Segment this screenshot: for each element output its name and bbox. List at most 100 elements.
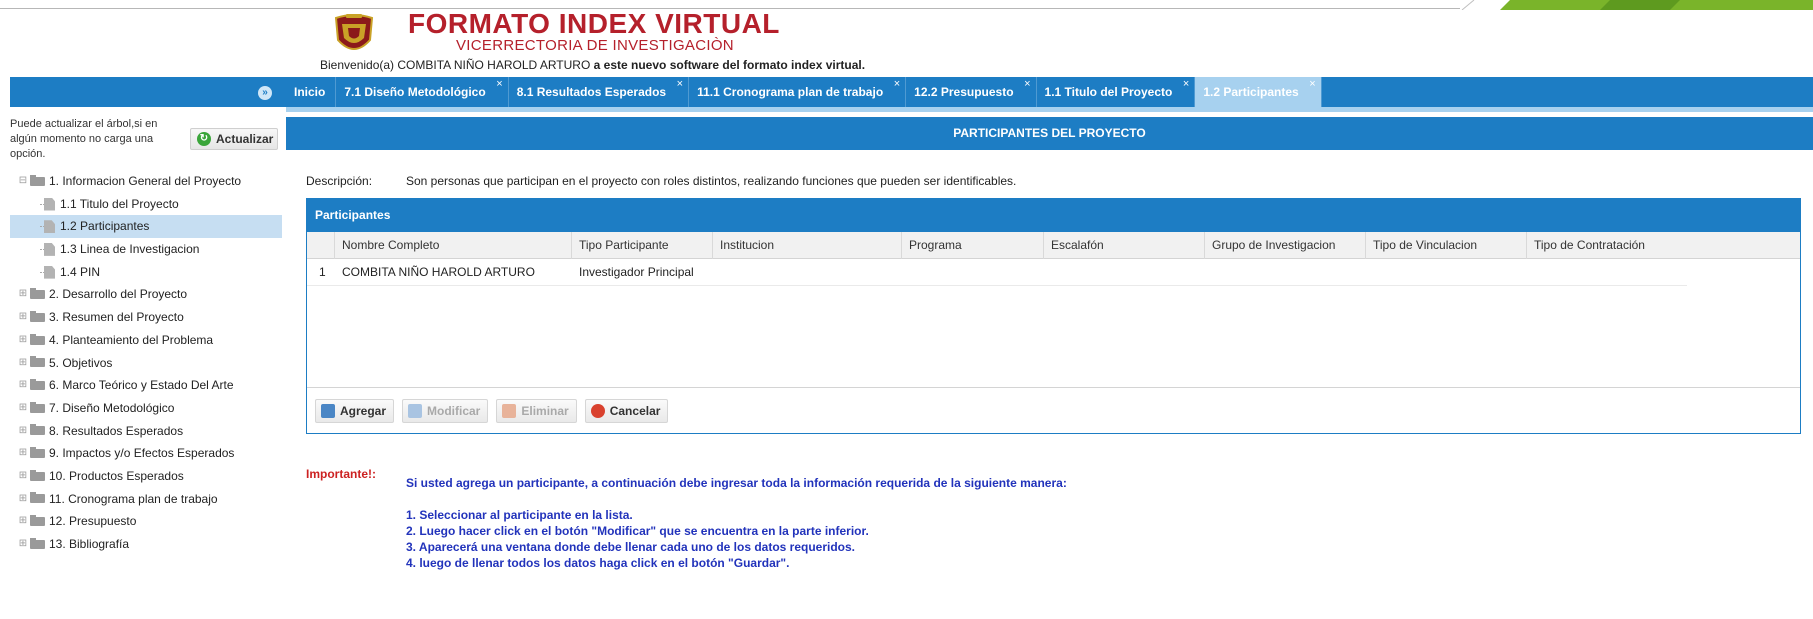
expand-icon[interactable]: ⊞ xyxy=(18,306,28,329)
tree-item-objetivos[interactable]: ⊞ 5. Objetivos xyxy=(10,352,282,375)
expand-icon[interactable]: ⊞ xyxy=(18,352,28,375)
folder-icon xyxy=(30,174,45,186)
column-header-programa[interactable]: Programa xyxy=(902,232,1044,259)
delete-button[interactable]: Eliminar xyxy=(496,398,577,423)
row-number: 1 xyxy=(319,265,326,279)
cancel-button-label: Cancelar xyxy=(609,403,661,418)
column-header-tipo-participante[interactable]: Tipo Participante xyxy=(572,232,713,259)
description-text: Son personas que participan en el proyec… xyxy=(406,174,1017,188)
tab-cronograma[interactable]: 11.1 Cronograma plan de trabajo × xyxy=(689,77,907,107)
cancel-icon xyxy=(590,403,605,418)
expand-icon[interactable]: ⊞ xyxy=(18,533,28,556)
table-row[interactable]: 1 COMBITA NIÑO HAROLD ARTURO Investigado… xyxy=(307,259,1687,286)
add-button-label: Agregar xyxy=(340,403,387,418)
university-logo xyxy=(328,10,380,62)
expand-icon[interactable]: ⊞ xyxy=(18,488,28,511)
step-4: 4. luego de llenar todos los datos haga … xyxy=(406,556,790,570)
description-label: Descripción: xyxy=(306,174,373,188)
add-button[interactable]: Agregar xyxy=(315,398,395,423)
close-icon[interactable]: × xyxy=(1183,69,1189,99)
tree-item-desarrollo[interactable]: ⊞ 2. Desarrollo del Proyecto xyxy=(10,283,282,306)
tab-inicio[interactable]: Inicio xyxy=(286,77,337,107)
page-title: PARTICIPANTES DEL PROYECTO xyxy=(286,117,1813,150)
delete-button-label: Eliminar xyxy=(521,403,569,418)
tree-item-label: 1.1 Titulo del Proyecto xyxy=(60,196,179,211)
column-header-tipo-vinculacion[interactable]: Tipo de Vinculacion xyxy=(1366,232,1527,259)
tab-label: 8.1 Resultados Esperados xyxy=(516,85,667,99)
add-icon xyxy=(321,403,335,418)
tree-item-label: 2. Desarrollo del Proyecto xyxy=(49,287,188,302)
close-icon[interactable]: × xyxy=(894,69,900,99)
tree-item-impactos[interactable]: ⊞ 9. Impactos y/o Efectos Esperados xyxy=(10,442,282,465)
tree-item-participantes[interactable]: 1.2 Participantes xyxy=(10,215,282,239)
tab-resultados-esperados[interactable]: 8.1 Resultados Esperados × xyxy=(509,77,690,107)
tree-item-label: 3. Resumen del Proyecto xyxy=(49,310,184,325)
tree-item-presupuesto[interactable]: ⊞ 12. Presupuesto xyxy=(10,510,282,533)
tree-item-cronograma[interactable]: ⊞ 11. Cronograma plan de trabajo xyxy=(10,488,282,511)
folder-icon xyxy=(30,515,45,527)
column-header-institucion[interactable]: Institucion xyxy=(713,232,902,259)
tree-item-label: 1.3 Linea de Investigacion xyxy=(60,242,200,257)
refresh-button-label: Actualizar xyxy=(216,132,274,146)
expand-icon[interactable]: ⊞ xyxy=(18,442,28,465)
expand-icon[interactable]: ⊞ xyxy=(18,397,28,420)
expand-icon[interactable]: ⊞ xyxy=(18,374,28,397)
important-steps: 1. Seleccionar al participante en la lis… xyxy=(406,507,869,571)
cell-grupo-investigacion xyxy=(1205,259,1366,285)
collapse-sidebar-icon[interactable]: » xyxy=(258,86,272,100)
grid-title: Participantes xyxy=(307,199,1800,232)
tree-item-planteamiento[interactable]: ⊞ 4. Planteamiento del Problema xyxy=(10,329,282,352)
cell-institucion xyxy=(713,259,902,285)
close-icon[interactable]: × xyxy=(496,69,502,99)
tab-label: Inicio xyxy=(294,85,326,99)
tab-label: 1.2 Participantes xyxy=(1203,85,1299,99)
tree-item-resumen[interactable]: ⊞ 3. Resumen del Proyecto xyxy=(10,306,282,329)
refresh-button[interactable]: ↻ Actualizar xyxy=(190,128,278,150)
tree-item-pin[interactable]: 1.4 PIN xyxy=(10,261,282,284)
folder-icon xyxy=(30,447,45,459)
column-header-escalafon[interactable]: Escalafón xyxy=(1044,232,1205,259)
tree-item-label: 9. Impactos y/o Efectos Esperados xyxy=(49,446,235,461)
welcome-suffix: a este nuevo software del formato index … xyxy=(593,58,866,72)
tree-item-titulo-proyecto[interactable]: 1.1 Titulo del Proyecto xyxy=(10,193,282,216)
tab-participantes[interactable]: 1.2 Participantes × xyxy=(1195,77,1322,107)
column-header-tipo-contratacion[interactable]: Tipo de Contratación xyxy=(1527,232,1799,259)
expand-icon[interactable]: ⊞ xyxy=(18,283,28,306)
tab-diseno-metodologico[interactable]: 7.1 Diseño Metodológico × xyxy=(336,77,509,107)
expand-icon[interactable]: ⊞ xyxy=(18,329,28,352)
close-icon[interactable]: × xyxy=(1309,69,1315,99)
tab-label: 1.1 Titulo del Proyecto xyxy=(1044,85,1173,99)
tree-item-productos[interactable]: ⊞ 10. Productos Esperados xyxy=(10,465,282,488)
folder-icon xyxy=(30,379,45,391)
important-intro: Si usted agrega un participante, a conti… xyxy=(406,476,1067,490)
tree-item-diseno-metodologico[interactable]: ⊞ 7. Diseño Metodológico xyxy=(10,397,282,420)
expand-icon[interactable]: ⊞ xyxy=(18,420,28,443)
expand-icon[interactable]: ⊞ xyxy=(18,465,28,488)
cell-tipo-vinculacion xyxy=(1366,259,1527,285)
close-icon[interactable]: × xyxy=(1024,69,1030,99)
close-icon[interactable]: × xyxy=(677,69,683,99)
welcome-message: Bienvenido(a) COMBITA NIÑO HAROLD ARTURO… xyxy=(320,58,865,72)
tab-titulo-proyecto[interactable]: 1.1 Titulo del Proyecto × xyxy=(1037,77,1196,107)
collapse-icon[interactable]: ⊟ xyxy=(18,170,28,193)
column-header-grupo-investigacion[interactable]: Grupo de Investigacion xyxy=(1205,232,1366,259)
tree-item-label: 12. Presupuesto xyxy=(49,514,137,529)
column-header-nombre[interactable]: Nombre Completo xyxy=(335,232,572,259)
tree-item-label: 6. Marco Teórico y Estado Del Arte xyxy=(49,378,234,393)
cell-tipo-participante: Investigador Principal xyxy=(579,265,694,279)
tree-item-informacion-general[interactable]: ⊟ 1. Informacion General del Proyecto xyxy=(10,170,282,193)
tree-item-linea-investigacion[interactable]: 1.3 Linea de Investigacion xyxy=(10,238,282,261)
tab-presupuesto[interactable]: 12.2 Presupuesto × xyxy=(906,77,1037,107)
important-label: Importante!: xyxy=(306,467,376,481)
expand-icon[interactable]: ⊞ xyxy=(18,510,28,533)
tree-item-label: 13. Bibliografía xyxy=(49,537,130,551)
tree-item-marco-teorico[interactable]: ⊞ 6. Marco Teórico y Estado Del Arte xyxy=(10,374,282,397)
document-icon xyxy=(44,197,55,211)
tree-item-bibliografia[interactable]: ⊞ 13. Bibliografía xyxy=(10,533,282,556)
cancel-button[interactable]: Cancelar xyxy=(584,398,669,423)
modify-button[interactable]: Modificar xyxy=(402,398,489,423)
tree-item-resultados[interactable]: ⊞ 8. Resultados Esperados xyxy=(10,420,282,443)
refresh-note: Puede actualizar el árbol,si en algún mo… xyxy=(10,118,158,160)
tab-label: 7.1 Diseño Metodológico xyxy=(344,85,486,99)
tree-item-label: 1.2 Participantes xyxy=(60,219,150,234)
